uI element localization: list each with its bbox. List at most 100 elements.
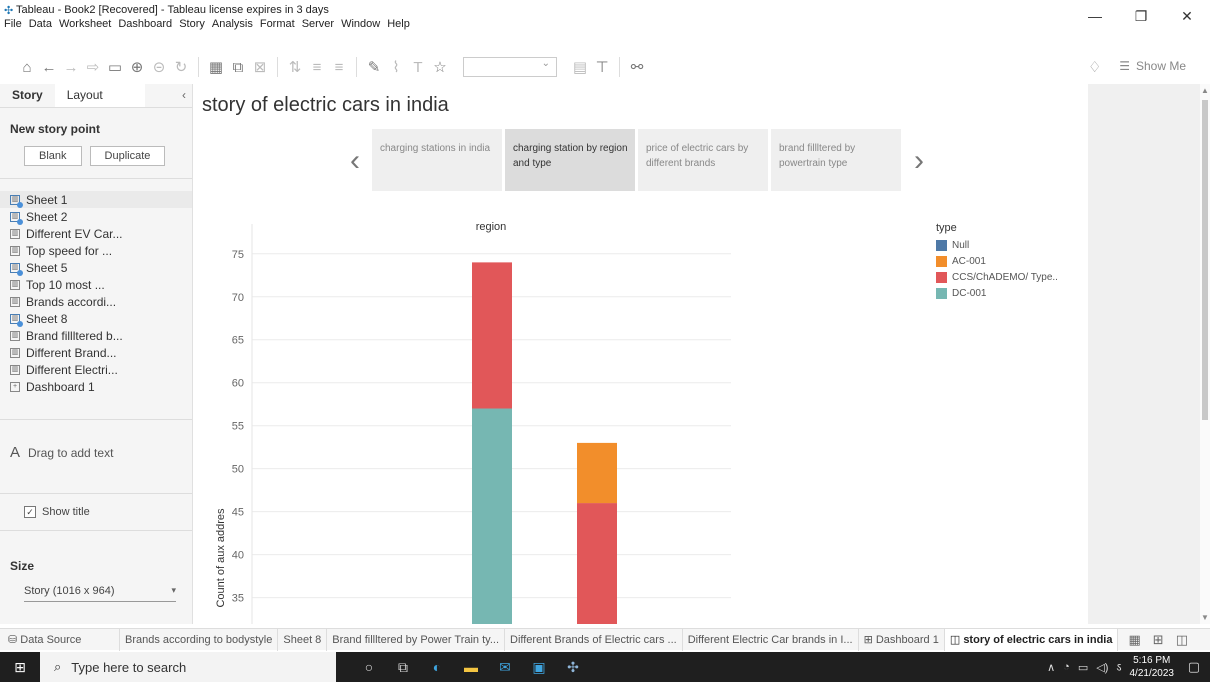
chevron-up-icon[interactable]: ∧ bbox=[1047, 661, 1055, 674]
tableau-taskbar-icon[interactable]: ✣ bbox=[564, 658, 582, 676]
story-size-select[interactable]: Story (1016 x 964) bbox=[24, 585, 176, 602]
legend-item[interactable]: DC-001 bbox=[936, 285, 1058, 301]
menu-dashboard[interactable]: Dashboard bbox=[118, 18, 172, 30]
menu-window[interactable]: Window bbox=[341, 18, 380, 30]
sheet-list-item[interactable]: ▥ Sheet 1 bbox=[0, 191, 192, 208]
worksheet-icon: ▥ bbox=[10, 296, 20, 307]
menu-format[interactable]: Format bbox=[260, 18, 295, 30]
tab-layout[interactable]: Layout bbox=[54, 84, 145, 107]
sheet-tab[interactable]: Brands according to bodystyle bbox=[120, 628, 279, 651]
sheet-list-item[interactable]: ▥ Sheet 8 bbox=[10, 310, 192, 327]
tab-story[interactable]: Story bbox=[0, 84, 55, 107]
network-icon[interactable]: ◔ bbox=[1063, 661, 1070, 673]
menu-worksheet[interactable]: Worksheet bbox=[59, 18, 111, 30]
new-worksheet-tab-icon[interactable]: ▦ bbox=[1128, 632, 1140, 648]
sort-ascending-icon[interactable]: ≡ bbox=[306, 59, 328, 76]
sheet-list-label: Top 10 most ... bbox=[26, 277, 105, 292]
sheet-list-item[interactable]: ▥ Different EV Car... bbox=[10, 225, 192, 242]
pause-updates-icon[interactable]: ⊝ bbox=[148, 58, 170, 76]
sheet-list-item[interactable]: + Dashboard 1 bbox=[10, 378, 192, 395]
sheet-list-label: Dashboard 1 bbox=[26, 379, 95, 394]
menu-story[interactable]: Story bbox=[179, 18, 205, 30]
sheet-list-item[interactable]: ▥ Brands accordi... bbox=[10, 293, 192, 310]
language-indicator[interactable]: ऽ bbox=[1116, 660, 1121, 675]
new-data-source-icon[interactable]: ⊕ bbox=[126, 58, 148, 76]
scroll-up-icon[interactable]: ▲ bbox=[1201, 86, 1209, 95]
save-icon[interactable]: ▭ bbox=[104, 58, 126, 76]
back-icon[interactable]: ← bbox=[38, 59, 60, 76]
taskbar-clock[interactable]: 5:16 PM 4/21/2023 bbox=[1130, 654, 1175, 680]
edge-icon[interactable]: ◐ bbox=[428, 658, 446, 676]
cortana-icon[interactable]: ○ bbox=[360, 658, 378, 676]
pin-icon[interactable]: ☆ bbox=[429, 58, 451, 76]
sheet-list-item[interactable]: ▥ Top 10 most ... bbox=[10, 276, 192, 293]
legend-item[interactable]: CCS/ChADEMO/ Type.. bbox=[936, 269, 1058, 285]
refresh-icon[interactable]: ↻ bbox=[170, 58, 192, 76]
sheet-list-item[interactable]: ▥ Sheet 2 bbox=[10, 208, 192, 225]
legend-item[interactable]: AC-001 bbox=[936, 253, 1058, 269]
sheet-list-item[interactable]: ▥ Different Brand... bbox=[10, 344, 192, 361]
taskbar-search[interactable]: ⌕ Type here to search bbox=[40, 652, 336, 682]
drag-to-add-text[interactable]: A Drag to add text bbox=[0, 432, 192, 461]
tooltip-icon[interactable]: ♢ bbox=[1088, 58, 1101, 76]
data-source-icon[interactable]: ⇨ bbox=[82, 58, 104, 76]
share-icon[interactable]: ⚯ bbox=[626, 58, 648, 76]
windows-start-icon[interactable]: ⊞ bbox=[0, 659, 40, 676]
new-dashboard-tab-icon[interactable]: ⊞ bbox=[1153, 632, 1164, 648]
store-icon[interactable]: ▣ bbox=[530, 658, 548, 676]
group-icon[interactable]: ⌇ bbox=[385, 58, 407, 76]
menu-analysis[interactable]: Analysis bbox=[212, 18, 253, 30]
story-tab[interactable]: ◫ story of electric cars in india bbox=[944, 628, 1119, 651]
presentation-mode-icon[interactable]: ⊤ bbox=[591, 58, 613, 76]
labels-icon[interactable]: T bbox=[407, 59, 429, 76]
new-worksheet-icon[interactable]: ▦ bbox=[205, 58, 227, 76]
menu-help[interactable]: Help bbox=[387, 18, 410, 30]
sheet-tab[interactable]: Sheet 8 bbox=[278, 628, 328, 651]
sheet-list-label: Brands accordi... bbox=[26, 294, 117, 309]
tab-data-source[interactable]: ⛁ Data Source bbox=[0, 628, 120, 651]
sheet-tab[interactable]: Brand fillltered by Power Train ty... bbox=[327, 628, 505, 651]
menu-server[interactable]: Server bbox=[302, 18, 334, 30]
vertical-scrollbar[interactable]: ▲ ▼ bbox=[1200, 84, 1210, 624]
file-explorer-icon[interactable]: ▬ bbox=[462, 658, 480, 676]
sheet-list-item[interactable]: ▥ Different Electri... bbox=[10, 361, 192, 378]
fit-select[interactable] bbox=[463, 57, 557, 77]
checkbox-checked-icon: ✓ bbox=[24, 506, 36, 518]
task-view-icon[interactable]: ⧉ bbox=[394, 658, 412, 676]
sheet-tab[interactable]: Different Electric Car brands in I... bbox=[683, 628, 859, 651]
sheet-list-item[interactable]: ▥ Top speed for ... bbox=[10, 242, 192, 259]
toolbar-divider bbox=[277, 57, 278, 77]
sort-descending-icon[interactable]: ≡ bbox=[328, 59, 350, 76]
swap-icon[interactable]: ⇅ bbox=[284, 58, 306, 76]
minimize-button[interactable]: — bbox=[1072, 0, 1118, 32]
legend-item[interactable]: Null bbox=[936, 237, 1058, 253]
scroll-thumb[interactable] bbox=[1202, 100, 1208, 420]
show-me-button[interactable]: ☰ Show Me bbox=[1119, 59, 1186, 73]
y-tick-label: 35 bbox=[232, 593, 244, 605]
blank-button[interactable]: Blank bbox=[24, 146, 82, 166]
highlight-icon[interactable]: ✎ bbox=[363, 58, 385, 76]
menu-data[interactable]: Data bbox=[29, 18, 52, 30]
duplicate-icon[interactable]: ⧉ bbox=[227, 59, 249, 76]
battery-icon[interactable]: ▭ bbox=[1078, 661, 1088, 674]
menu-file[interactable]: File bbox=[4, 18, 22, 30]
clear-sheet-icon[interactable]: ⊠ bbox=[249, 58, 271, 76]
sheet-list-item[interactable]: ▥ Sheet 5 bbox=[10, 259, 192, 276]
show-cards-icon[interactable]: ▤ bbox=[569, 58, 591, 76]
sheet-list-item[interactable]: ▥ Brand fillltered b... bbox=[10, 327, 192, 344]
dashboard-tab[interactable]: ⊞ Dashboard 1 bbox=[859, 628, 945, 651]
maximize-button[interactable]: ❐ bbox=[1118, 0, 1164, 32]
sheet-tab[interactable]: Different Brands of Electric cars ... bbox=[505, 628, 683, 651]
close-button[interactable]: ✕ bbox=[1164, 0, 1210, 32]
mail-icon[interactable]: ✉ bbox=[496, 658, 514, 676]
y-tick-label: 60 bbox=[232, 378, 244, 390]
volume-icon[interactable]: ◁) bbox=[1096, 661, 1108, 674]
collapse-pane-icon[interactable]: ‹ bbox=[182, 88, 186, 102]
home-icon[interactable]: ⌂ bbox=[16, 59, 38, 76]
new-story-tab-icon[interactable]: ◫ bbox=[1176, 632, 1188, 648]
scroll-down-icon[interactable]: ▼ bbox=[1201, 613, 1209, 622]
show-title-checkbox[interactable]: ✓ Show title bbox=[0, 506, 192, 518]
forward-icon[interactable]: → bbox=[60, 59, 82, 76]
duplicate-button[interactable]: Duplicate bbox=[89, 146, 166, 166]
notification-icon[interactable]: ▢ bbox=[1188, 659, 1200, 675]
